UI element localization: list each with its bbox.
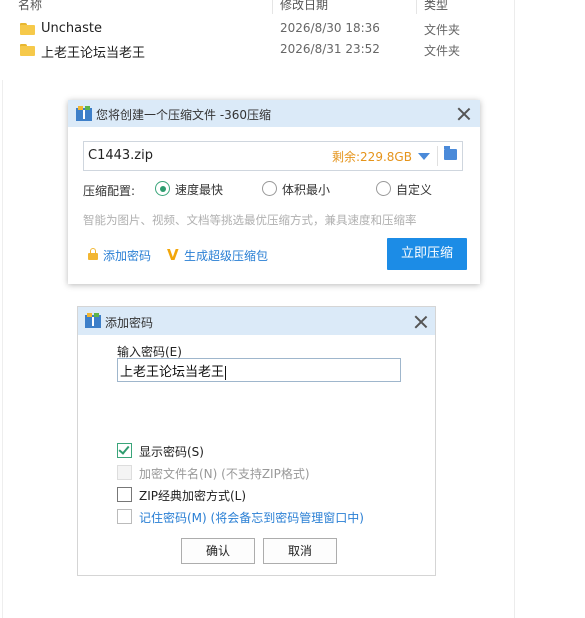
file-date: 2026/8/31 23:52: [280, 42, 380, 56]
radio-indicator[interactable]: [376, 181, 391, 196]
dialog-title: 添加密码: [105, 316, 154, 330]
checkbox-indicator[interactable]: [117, 487, 132, 502]
column-header-type[interactable]: 类型: [424, 0, 448, 13]
checkbox-indicator[interactable]: [117, 509, 132, 524]
lock-icon: [88, 248, 98, 260]
archive-filename[interactable]: C1443.zip: [88, 148, 153, 163]
text-caret: [225, 365, 227, 380]
vip-v-icon: V: [167, 246, 179, 264]
confirm-button[interactable]: 确认: [181, 538, 255, 564]
dialog-title: 您将创建一个压缩文件 -360压缩: [96, 108, 272, 122]
radio-label[interactable]: 自定义: [396, 181, 432, 198]
column-divider[interactable]: [272, 0, 273, 14]
password-value[interactable]: 上老王论坛当老王: [120, 365, 224, 380]
archive-app-icon: [85, 313, 101, 328]
divider: [437, 146, 438, 166]
chevron-down-icon[interactable]: [418, 153, 430, 160]
file-row[interactable]: Unchaste 2026/8/30 18:36 文件夹: [0, 20, 500, 40]
checkbox-indicator: [117, 465, 132, 480]
compress-config-label: 压缩配置:: [83, 184, 136, 198]
archive-path-field[interactable]: C1443.zip 剩余:229.8GB: [83, 141, 463, 171]
dialog-titlebar[interactable]: 添加密码: [78, 307, 435, 335]
checkbox-label[interactable]: 显示密码(S): [139, 443, 204, 460]
password-input[interactable]: 上老王论坛当老王: [117, 358, 401, 382]
file-type: 文件夹: [424, 23, 461, 37]
compress-now-button[interactable]: 立即压缩: [387, 238, 467, 270]
file-type: 文件夹: [424, 44, 461, 58]
file-row[interactable]: 上老王论坛当老王 2026/8/31 23:52 文件夹: [0, 41, 500, 61]
add-password-label[interactable]: 添加密码: [103, 247, 151, 264]
pane-border: [2, 80, 3, 618]
compress-hint: 智能为图片、视频、文档等挑选最优压缩方式，兼具速度和压缩率: [83, 213, 417, 227]
pane-divider: [514, 0, 515, 618]
compress-dialog: 您将创建一个压缩文件 -360压缩 C1443.zip 剩余:229.8GB 压…: [68, 100, 480, 284]
checkbox-indicator[interactable]: [117, 443, 132, 458]
radio-indicator[interactable]: [262, 181, 277, 196]
close-icon[interactable]: [414, 315, 428, 329]
add-password-dialog: 添加密码 输入密码(E) 上老王论坛当老王 显示密码(S) 加密文件名(N) (…: [77, 306, 436, 576]
checkbox-label: 加密文件名(N) (不支持ZIP格式): [139, 467, 310, 481]
dialog-titlebar[interactable]: 您将创建一个压缩文件 -360压缩: [68, 100, 480, 127]
column-header-name[interactable]: 名称: [18, 0, 42, 13]
column-divider[interactable]: [416, 0, 417, 14]
close-icon[interactable]: [457, 107, 471, 121]
free-space-label: 剩余:229.8GB: [332, 150, 412, 164]
checkbox-label[interactable]: 记住密码(M) (将会备忘到密码管理窗口中): [139, 509, 364, 526]
checkbox-label[interactable]: ZIP经典加密方式(L): [139, 487, 246, 504]
super-zip-label[interactable]: 生成超级压缩包: [184, 247, 268, 264]
archive-app-icon: [76, 106, 92, 121]
file-date: 2026/8/30 18:36: [280, 21, 380, 35]
radio-indicator[interactable]: [155, 181, 170, 196]
cancel-button[interactable]: 取消: [263, 538, 337, 564]
file-name: 上老王论坛当老王: [41, 46, 146, 61]
column-header-date[interactable]: 修改日期: [280, 0, 328, 13]
file-name: Unchaste: [41, 21, 102, 36]
radio-label[interactable]: 速度最快: [175, 181, 223, 198]
folder-icon: [20, 44, 35, 56]
folder-browse-icon[interactable]: [444, 146, 457, 160]
folder-icon: [20, 23, 35, 35]
radio-label[interactable]: 体积最小: [282, 181, 330, 198]
